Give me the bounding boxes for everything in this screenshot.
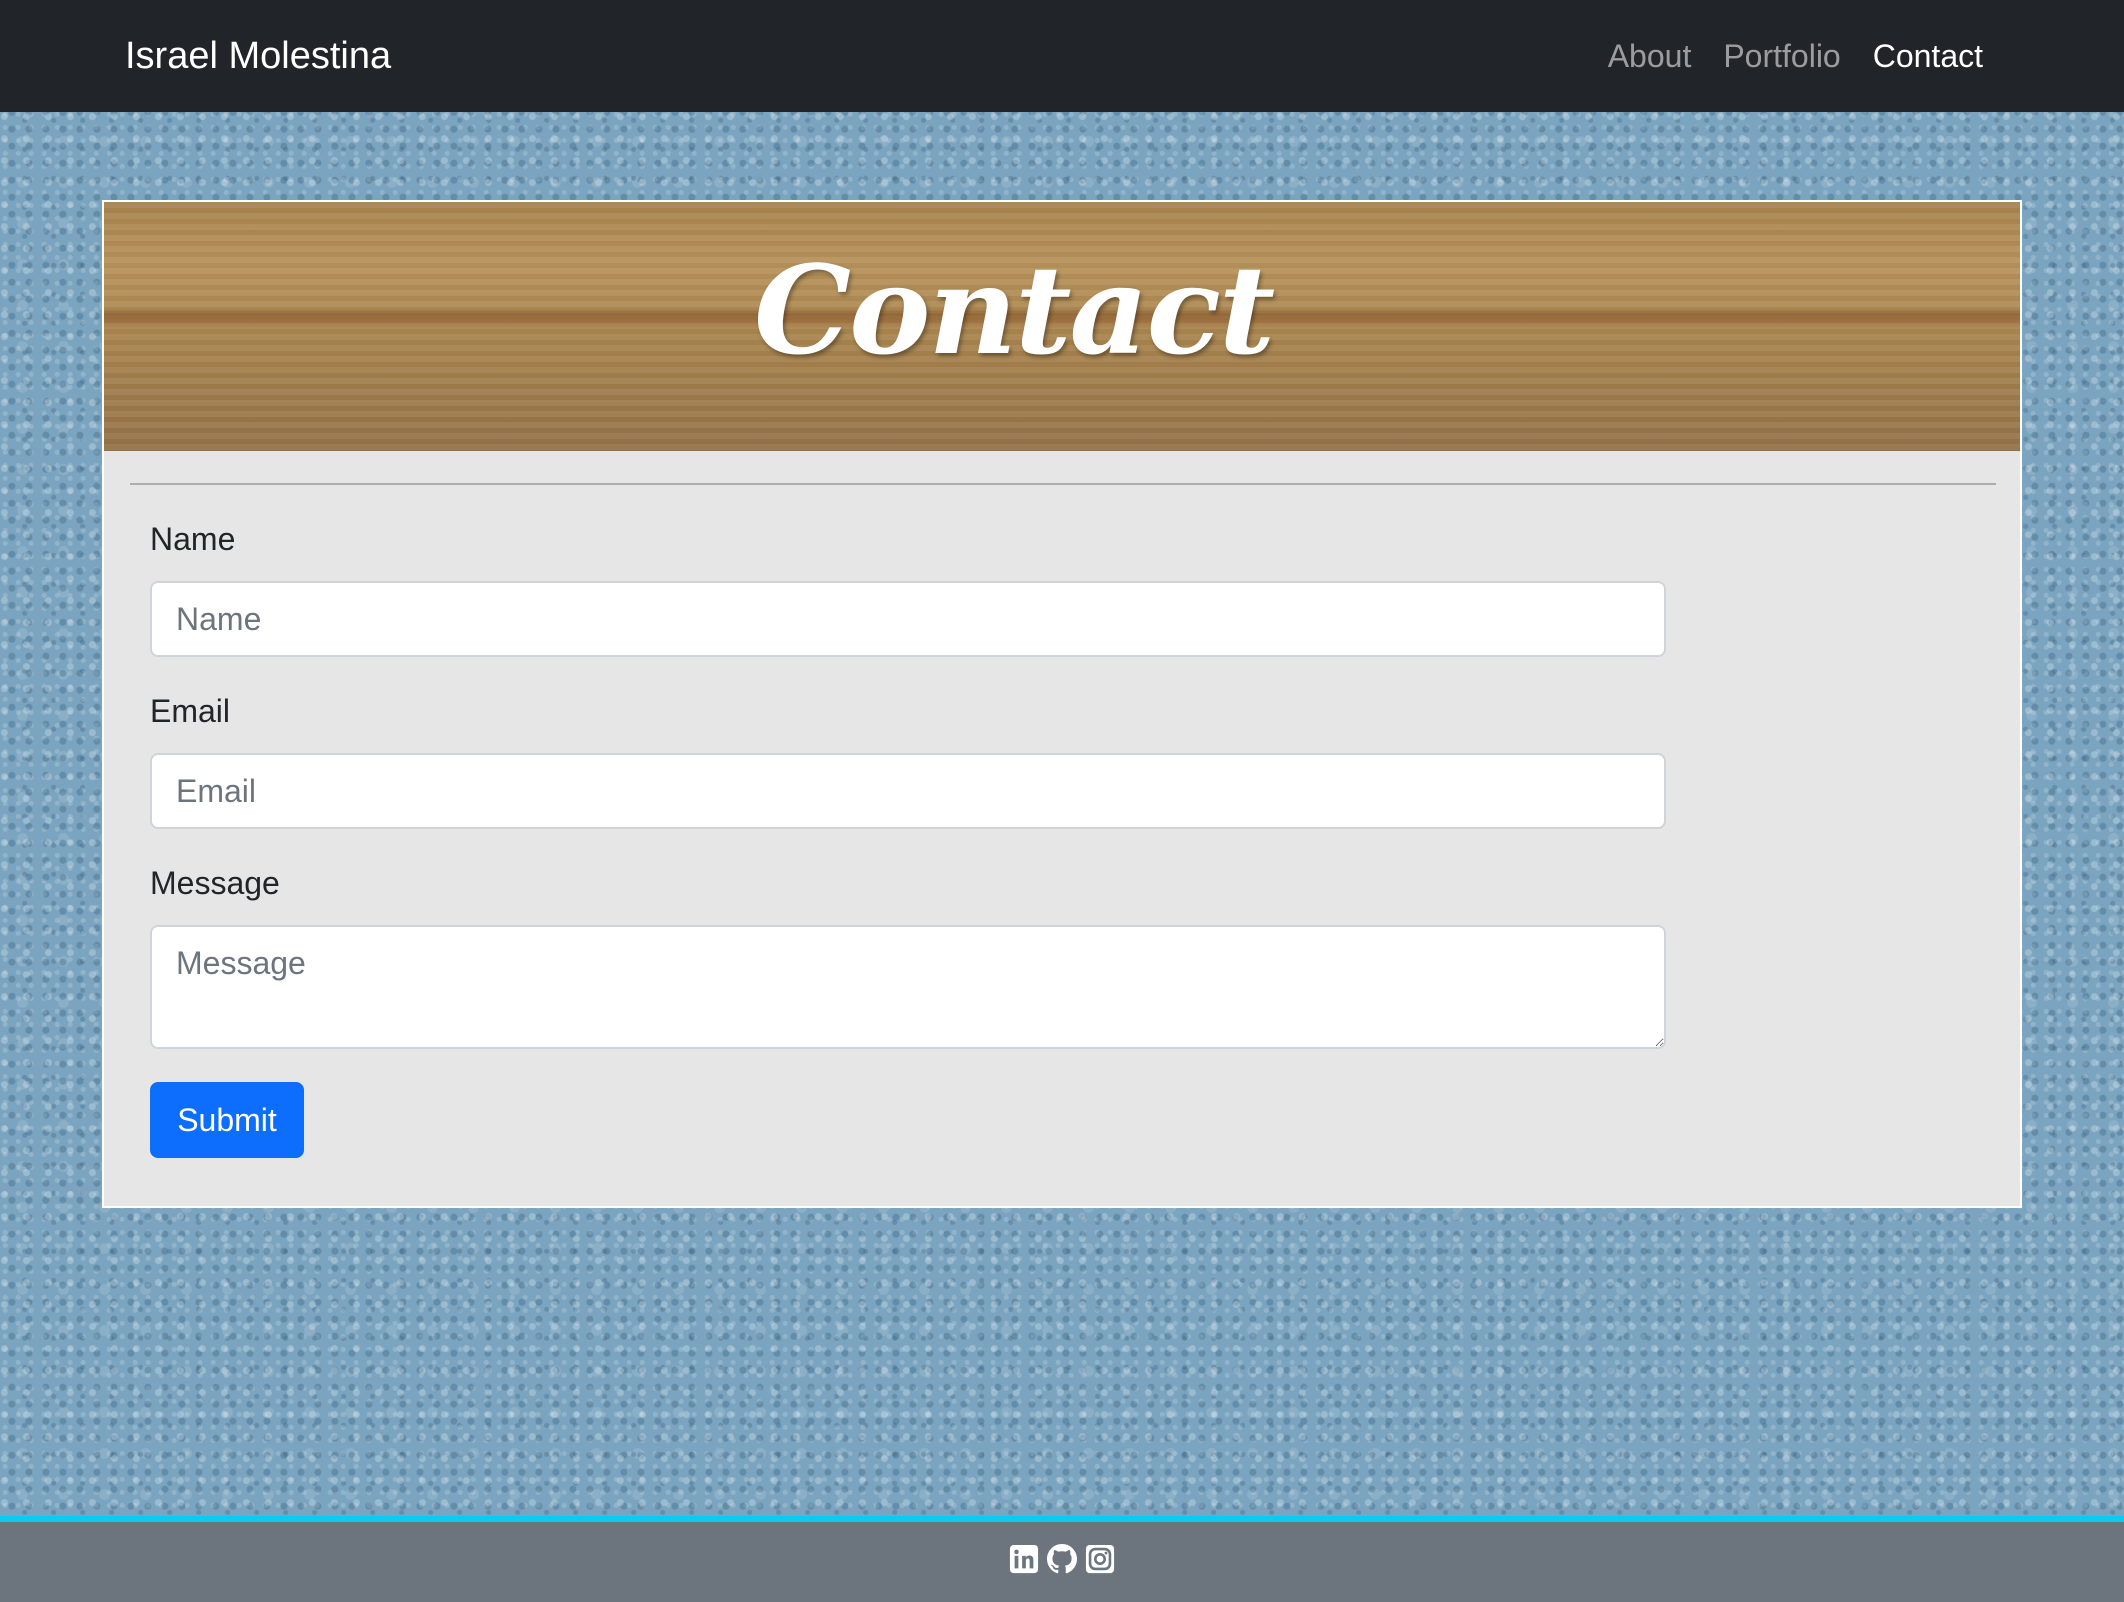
footer [0, 1516, 2124, 1602]
name-input[interactable] [150, 581, 1666, 657]
nav-link-contact[interactable]: Contact [1873, 38, 1983, 75]
instagram-icon[interactable] [1085, 1544, 1115, 1574]
github-icon[interactable] [1047, 1544, 1077, 1574]
divider [130, 483, 1996, 485]
email-input[interactable] [150, 753, 1666, 829]
nav-link-portfolio[interactable]: Portfolio [1723, 38, 1840, 75]
submit-button[interactable]: Submit [150, 1082, 304, 1158]
message-label: Message [150, 865, 280, 901]
contact-card: Contact Name Email Message Submit [102, 200, 2022, 1208]
message-textarea[interactable] [150, 925, 1666, 1049]
nav-link-about[interactable]: About [1608, 38, 1692, 75]
social-links [1009, 1544, 1115, 1574]
name-label: Name [150, 521, 236, 557]
linkedin-icon[interactable] [1009, 1544, 1039, 1574]
nav-links: About Portfolio Contact [1608, 0, 1983, 112]
card-header-banner: Contact [104, 202, 2020, 451]
email-label: Email [150, 693, 231, 729]
navbar: Israel Molestina About Portfolio Contact [0, 0, 2124, 112]
page-title: Contact [754, 238, 1275, 382]
brand-link[interactable]: Israel Molestina [125, 0, 391, 112]
